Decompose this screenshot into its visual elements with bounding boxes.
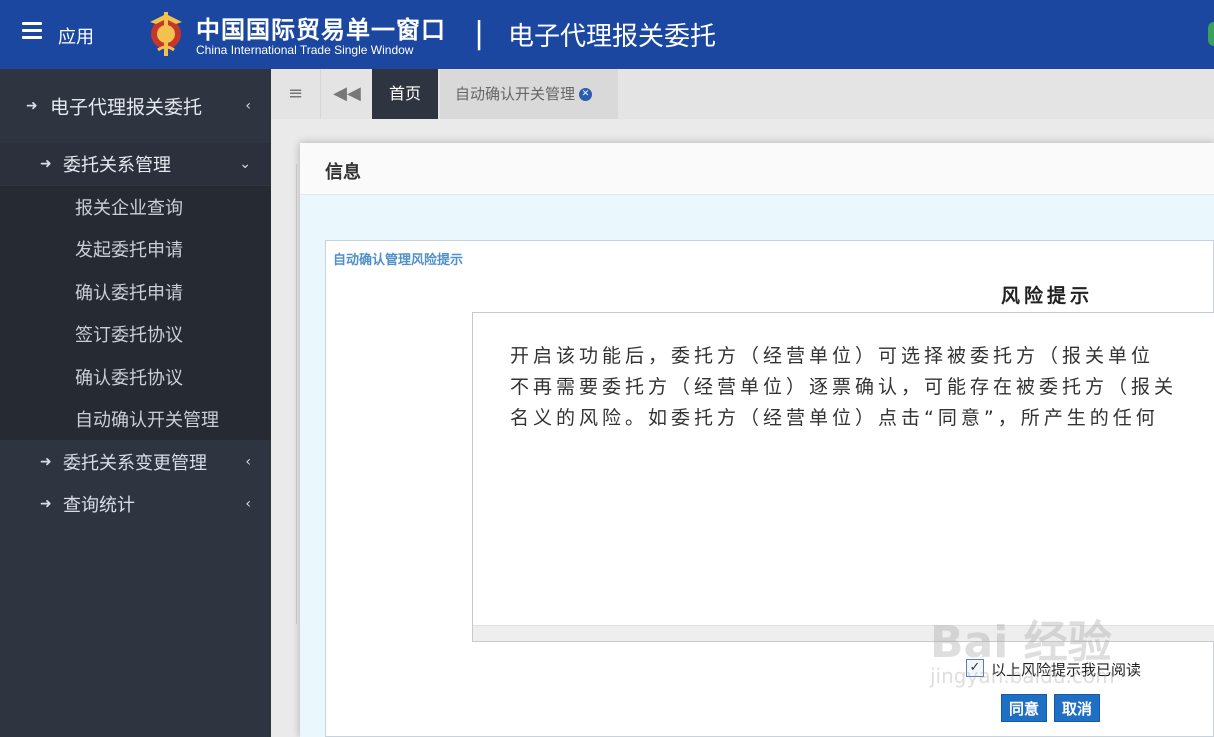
sidebar-item-relation-change[interactable]: ➜ 委托关系变更管理 ‹ <box>0 441 271 483</box>
sidebar-item-label: 委托关系管理 <box>63 155 171 176</box>
sidebar-subitem-label: 自动确认开关管理 <box>75 410 219 432</box>
tab-auto-confirm[interactable]: 自动确认开关管理 ✕ <box>440 69 618 119</box>
sign-in-icon: ➜ <box>40 156 52 172</box>
notice-line: 开启该功能后，委托方（经营单位）可选择被委托方（报关单位 <box>510 345 1155 367</box>
chevron-left-icon: ‹ <box>245 454 251 470</box>
sign-in-icon: ➜ <box>40 454 52 470</box>
menu-toggle-icon[interactable]: ≡ <box>271 69 321 119</box>
top-header: 应用 中国国际贸易单一窗口 China International Trade … <box>0 0 1214 69</box>
sidebar-subitem-label: 签订委托协议 <box>75 325 183 347</box>
risk-notice-textbox[interactable]: 开启该功能后，委托方（经营单位）可选择被委托方（报关单位 不再需要委托方（经营单… <box>472 312 1214 642</box>
sidebar-item-label: 查询统计 <box>63 495 135 516</box>
sidebar-subitem-label: 确认委托申请 <box>75 283 183 305</box>
tab-label: 自动确认开关管理 <box>455 85 576 103</box>
app-menu-label[interactable]: 应用 <box>58 23 94 49</box>
watermark: Bai 经验 jingyan.baidu.com <box>930 606 1115 688</box>
sidebar: ➜ 电子代理报关委托 ‹ ➜ 委托关系管理 ⌄ 报关企业查询 发起委托申请 确认… <box>0 69 271 737</box>
notice-line: 名义的风险。如委托方（经营单位）点击“同意”，所产生的任何 <box>510 407 1159 429</box>
watermark-sub: jingyan.baidu.com <box>930 664 1115 688</box>
sidebar-item-label: 电子代理报关委托 <box>50 96 203 119</box>
chevron-down-icon: ⌄ <box>239 156 251 172</box>
agree-button[interactable]: 同意 <box>1001 694 1047 722</box>
close-icon[interactable]: ✕ <box>579 88 593 101</box>
sidebar-subitem[interactable]: 确认委托申请 <box>0 271 271 314</box>
sidebar-subitem-label: 确认委托协议 <box>75 368 183 390</box>
sidebar-subitem-label: 报关企业查询 <box>75 198 183 220</box>
sidebar-subitem-label: 发起委托申请 <box>75 240 183 262</box>
header-divider: | <box>474 16 485 51</box>
sign-in-icon: ➜ <box>40 496 52 512</box>
notice-line: 不再需要委托方（经营单位）逐票确认，可能存在被委托方（报关 <box>510 376 1178 398</box>
chevron-left-icon: ‹ <box>245 496 251 512</box>
chevron-left-icon: ‹ <box>245 98 251 114</box>
dialog-header: 信息 <box>300 143 1214 195</box>
sidebar-item-entrust-relation[interactable]: ➜ 委托关系管理 ⌄ <box>0 143 271 185</box>
sidebar-subitem-active[interactable]: 自动确认开关管理 <box>0 398 271 441</box>
risk-notice-text: 开启该功能后，委托方（经营单位）可选择被委托方（报关单位 不再需要委托方（经营单… <box>510 341 1214 434</box>
customs-emblem-icon <box>150 12 182 56</box>
brand-title-cn: 中国国际贸易单一窗口 <box>196 16 446 44</box>
sidebar-item-label: 委托关系变更管理 <box>63 453 207 474</box>
hamburger-menu-icon[interactable] <box>22 22 42 42</box>
risk-heading: 风险提示 <box>1001 285 1094 307</box>
dialog-title: 信息 <box>325 162 361 183</box>
sidebar-item-query-stats[interactable]: ➜ 查询统计 ‹ <box>0 483 271 525</box>
panel-title: 自动确认管理风险提示 <box>333 253 464 268</box>
watermark-main: Bai 经验 <box>930 617 1112 668</box>
backward-icon[interactable]: ◀◀ <box>322 69 372 119</box>
user-status-icon[interactable] <box>1208 22 1214 46</box>
sidebar-submenu: 报关企业查询 发起委托申请 确认委托申请 签订委托协议 确认委托协议 自动确认开… <box>0 186 271 440</box>
sidebar-subitem[interactable]: 发起委托申请 <box>0 228 271 271</box>
system-title: 电子代理报关委托 <box>508 22 717 52</box>
sidebar-subitem[interactable]: 确认委托协议 <box>0 356 271 399</box>
tab-bar: ≡ ◀◀ 首页 自动确认开关管理 ✕ <box>271 69 1214 119</box>
sidebar-item-root[interactable]: ➜ 电子代理报关委托 ‹ <box>0 85 271 127</box>
sidebar-subitem[interactable]: 报关企业查询 <box>0 186 271 229</box>
sidebar-subitem[interactable]: 签订委托协议 <box>0 313 271 356</box>
sign-in-icon: ➜ <box>26 98 38 114</box>
cancel-button[interactable]: 取消 <box>1054 694 1100 722</box>
brand-title-en: China International Trade Single Window <box>196 43 414 57</box>
tab-home[interactable]: 首页 <box>372 69 438 119</box>
